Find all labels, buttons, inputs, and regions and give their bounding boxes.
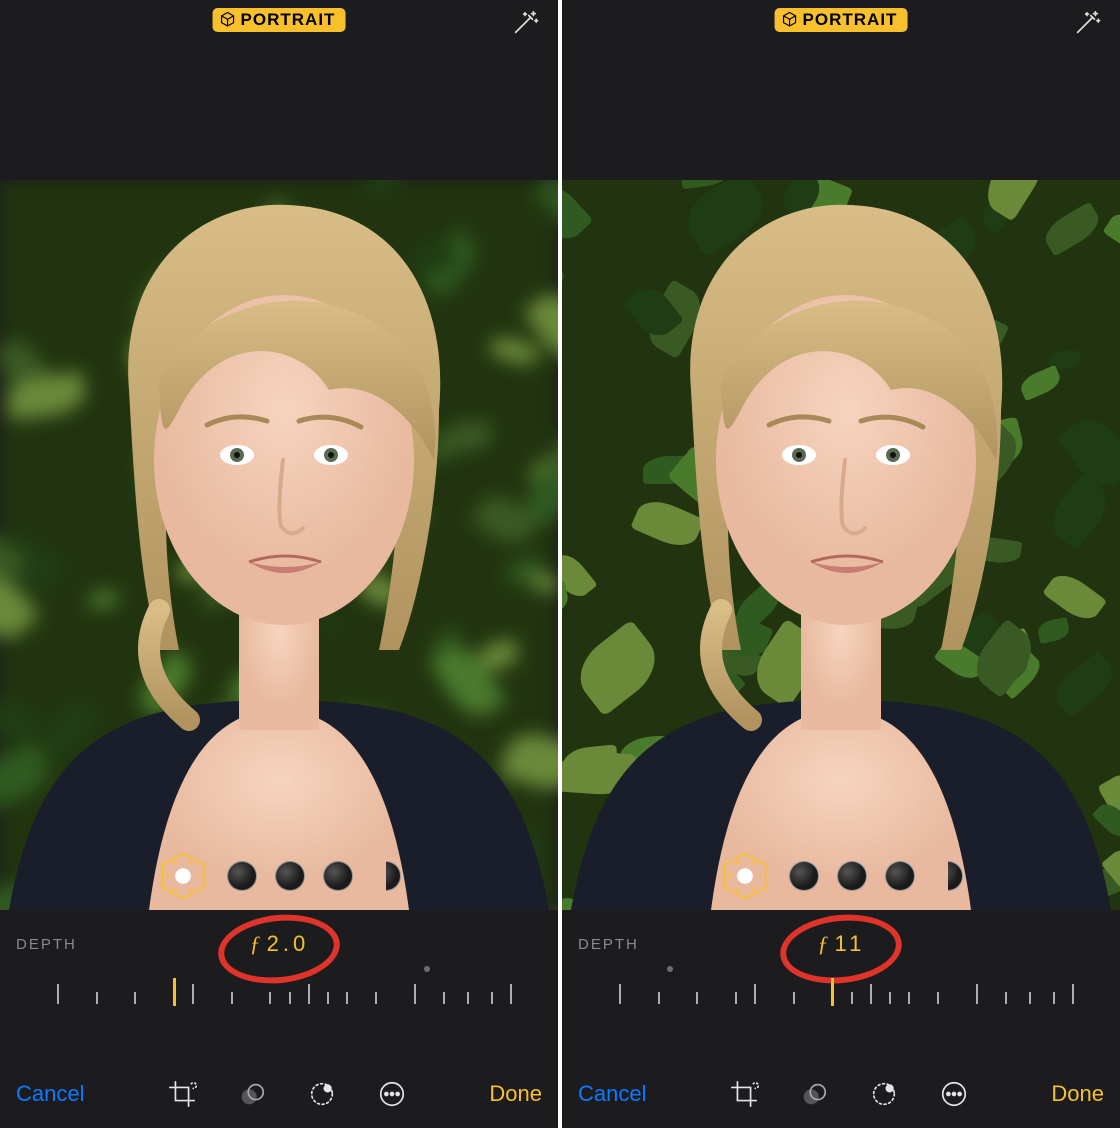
- f-stop-value: ƒ2.0: [250, 931, 310, 957]
- lighting-selected-natural[interactable]: [719, 850, 771, 902]
- bottom-toolbar: Cancel Done: [562, 1060, 1120, 1128]
- lighting-effects-row: [157, 850, 401, 902]
- crop-tool-icon[interactable]: [167, 1079, 197, 1109]
- filters-tool-icon[interactable]: [237, 1079, 267, 1109]
- depth-control-row: DEPTH ƒ2.0: [0, 916, 558, 972]
- lighting-option[interactable]: [323, 861, 353, 891]
- more-tool-icon[interactable]: [377, 1079, 407, 1109]
- done-button[interactable]: Done: [1051, 1081, 1104, 1107]
- bottom-toolbar: Cancel Done: [0, 1060, 558, 1128]
- lighting-option[interactable]: [227, 861, 257, 891]
- done-button[interactable]: Done: [489, 1081, 542, 1107]
- cancel-button[interactable]: Cancel: [16, 1081, 84, 1107]
- top-bar: PORTRAIT: [0, 0, 558, 180]
- depth-slider[interactable]: [600, 972, 1082, 1012]
- lighting-option[interactable]: [789, 861, 819, 891]
- lighting-option[interactable]: [371, 861, 401, 891]
- portrait-mode-badge[interactable]: PORTRAIT: [213, 8, 346, 32]
- photo-preview[interactable]: [0, 180, 558, 910]
- editor-pane: PORTRAIT: [0, 0, 558, 1128]
- portrait-badge-label: PORTRAIT: [803, 10, 898, 30]
- top-bar: PORTRAIT: [562, 0, 1120, 180]
- f-stop-value: ƒ11: [818, 931, 866, 957]
- crop-tool-icon[interactable]: [729, 1079, 759, 1109]
- lighting-option[interactable]: [275, 861, 305, 891]
- depth-slider[interactable]: [38, 972, 520, 1012]
- auto-enhance-button[interactable]: [510, 8, 540, 43]
- portrait-mode-badge[interactable]: PORTRAIT: [775, 8, 908, 32]
- more-tool-icon[interactable]: [939, 1079, 969, 1109]
- filters-tool-icon[interactable]: [799, 1079, 829, 1109]
- cancel-button[interactable]: Cancel: [578, 1081, 646, 1107]
- lighting-option[interactable]: [885, 861, 915, 891]
- depth-label: DEPTH: [578, 936, 639, 953]
- adjust-tool-icon[interactable]: [869, 1079, 899, 1109]
- lighting-option[interactable]: [933, 861, 963, 891]
- portrait-badge-label: PORTRAIT: [241, 10, 336, 30]
- lighting-effects-row: [719, 850, 963, 902]
- depth-control-row: DEPTH ƒ11: [562, 916, 1120, 972]
- editor-pane: PORTRAIT: [558, 0, 1120, 1128]
- photo-preview[interactable]: [562, 180, 1120, 910]
- lighting-option[interactable]: [837, 861, 867, 891]
- lighting-selected-natural[interactable]: [157, 850, 209, 902]
- auto-enhance-button[interactable]: [1072, 8, 1102, 43]
- depth-label: DEPTH: [16, 936, 77, 953]
- adjust-tool-icon[interactable]: [307, 1079, 337, 1109]
